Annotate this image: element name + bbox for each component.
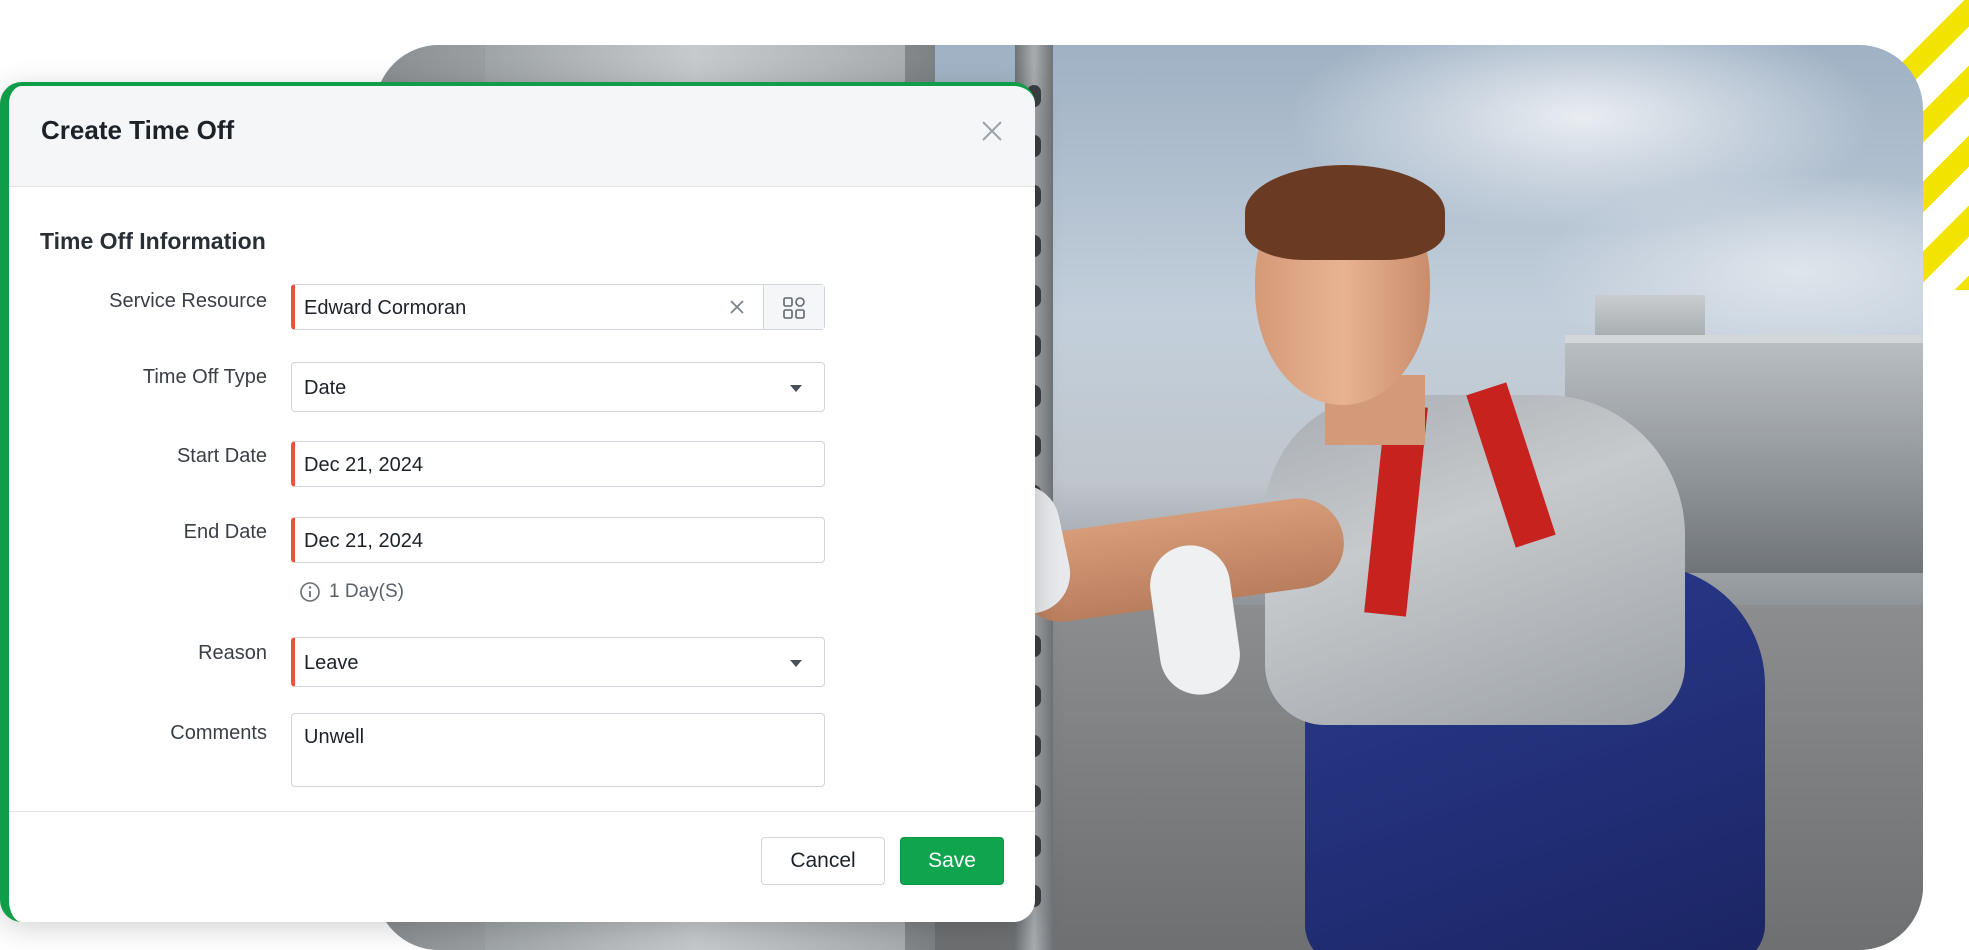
cancel-button[interactable]: Cancel [761, 837, 885, 885]
info-icon [300, 582, 320, 602]
dialog-title: Create Time Off [41, 115, 235, 145]
time-off-type-label: Time Off Type [142, 366, 267, 388]
lookup-button[interactable] [763, 285, 824, 329]
time-off-type-value: Date [304, 377, 347, 399]
start-date-label: Start Date [176, 445, 267, 467]
close-button[interactable] [977, 116, 1007, 146]
reason-label: Reason [198, 642, 267, 664]
dialog-header: Create Time Off [9, 86, 1035, 187]
end-date-value: Dec 21, 2024 [304, 530, 423, 552]
service-resource-value: Edward Cormoran [304, 297, 467, 319]
comments-textarea[interactable]: Unwell [291, 713, 825, 787]
start-date-value: Dec 21, 2024 [304, 454, 423, 476]
chevron-down-icon [790, 660, 802, 667]
time-off-type-select[interactable]: Date [291, 362, 825, 412]
end-date-label: End Date [183, 521, 267, 543]
create-time-off-dialog: Create Time Off Time Off Information Ser… [0, 82, 1035, 922]
service-resource-label: Service Resource [109, 290, 267, 312]
chevron-down-icon [790, 385, 802, 392]
start-date-field[interactable]: Dec 21, 2024 [291, 441, 825, 487]
close-icon [982, 121, 1002, 141]
comments-value: Unwell [304, 726, 365, 748]
reason-value: Leave [304, 652, 359, 674]
save-button[interactable]: Save [900, 837, 1004, 885]
duration-hint-text: 1 Day(S) [329, 581, 404, 602]
lookup-grid-icon [783, 297, 805, 319]
end-date-field[interactable]: Dec 21, 2024 [291, 517, 825, 563]
duration-hint: 1 Day(S) [299, 581, 404, 603]
section-title: Time Off Information [40, 228, 266, 254]
reason-select[interactable]: Leave [291, 637, 825, 687]
dialog-footer: Cancel Save [9, 811, 1035, 922]
service-resource-field[interactable]: Edward Cormoran [291, 284, 825, 330]
clear-icon[interactable] [728, 298, 746, 316]
comments-label: Comments [170, 722, 267, 744]
